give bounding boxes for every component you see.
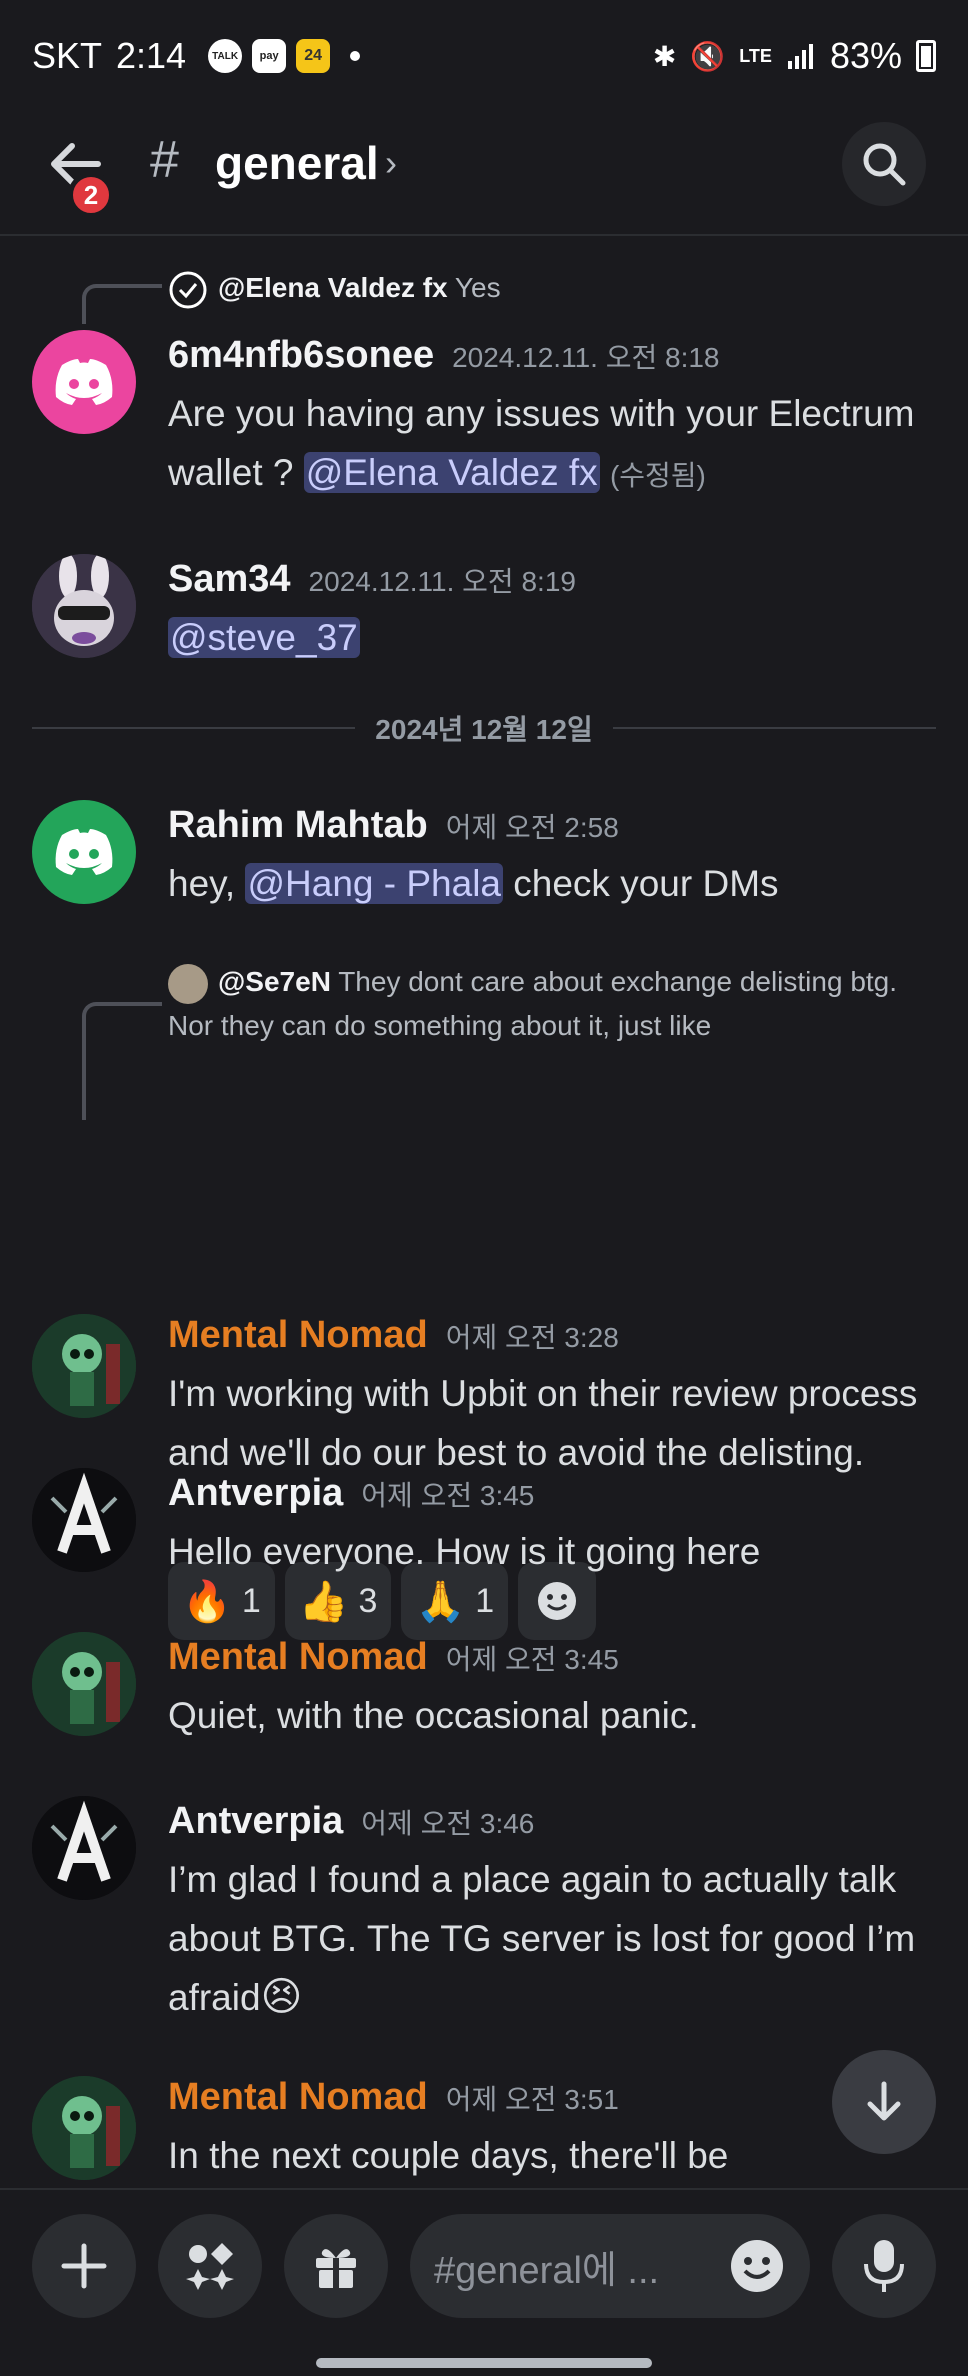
timestamp: 2024.12.11. 오전 8:19 (308, 566, 576, 597)
clock: 2:14 (116, 35, 187, 76)
gift-button[interactable] (284, 2214, 388, 2318)
timestamp: 어제 오전 3:28 (445, 1322, 619, 1353)
jump-to-present-button[interactable] (832, 2050, 936, 2154)
message-text: Quiet, with the occasional panic. (168, 1695, 699, 1736)
home-indicator (316, 2358, 652, 2368)
voice-message-button[interactable] (832, 2214, 936, 2318)
author-name[interactable]: Antverpia 어제 오전 3:46 (168, 1800, 534, 1843)
battery-icon (916, 40, 936, 72)
discord-logo-icon (55, 359, 113, 405)
reply-connector (82, 1002, 162, 1120)
message-feed[interactable]: @Elena Valdez fx Yes 6m4nfb6sonee 2024.12… (0, 238, 968, 2188)
message-composer: #general에 ... (0, 2188, 968, 2376)
pray-emoji-icon: 🙏 (415, 1579, 466, 1624)
timestamp: 어제 오전 3:45 (361, 1480, 535, 1511)
edited-label: (수정됨) (609, 460, 706, 491)
channel-header: 2 # general › (0, 112, 968, 236)
reply-author[interactable]: @Elena Valdez fx (218, 272, 448, 303)
letter-a-avatar-icon (32, 1796, 136, 1900)
message-text: hey, @Hang - Phala check your DMs (168, 863, 779, 904)
author-name[interactable]: Sam34 2024.12.11. 오전 8:19 (168, 558, 576, 601)
thumbs-up-emoji-icon: 👍 (298, 1579, 349, 1624)
timestamp: 어제 오전 3:51 (445, 2084, 619, 2115)
timestamp: 어제 오전 2:58 (445, 812, 619, 843)
avatar[interactable] (32, 330, 136, 434)
author-name[interactable]: Antverpia 어제 오전 3:45 (168, 1472, 534, 1515)
reply-text: Yes (454, 272, 501, 303)
battery-percent: 83% (829, 35, 902, 76)
kakaotalk-noti-icon: TALK (208, 39, 243, 73)
message-text: In the next couple days, there'll be (168, 2135, 729, 2176)
author-name[interactable]: Mental Nomad 어제 오전 3:28 (168, 1314, 619, 1357)
apps-button[interactable] (158, 2214, 262, 2318)
mute-icon: 🔇 (690, 40, 726, 72)
signal-icon (787, 44, 813, 69)
arrow-down-icon (867, 2081, 901, 2121)
avatar[interactable] (32, 2076, 136, 2180)
avatar[interactable] (32, 800, 136, 904)
avatar[interactable] (32, 1468, 136, 1572)
author-name[interactable]: Rahim Mahtab 어제 오전 2:58 (168, 804, 619, 847)
author-name[interactable]: Mental Nomad 어제 오전 3:45 (168, 1636, 619, 1679)
chevron-right-icon[interactable]: › (385, 142, 397, 184)
timestamp: 어제 오전 3:46 (361, 1808, 535, 1839)
timestamp: 2024.12.11. 오전 8:18 (452, 342, 720, 373)
user-mention[interactable]: @steve_37 (168, 617, 360, 658)
status-bar: SKT 2:14 TALK pay 24 ✱ 🔇 LTE 83% (0, 0, 968, 112)
microphone-icon (864, 2240, 904, 2292)
author-name[interactable]: Mental Nomad 어제 오전 3:51 (168, 2076, 619, 2119)
persevere-emoji-icon: 😣 (260, 1975, 303, 2019)
message-text: I’m glad I found a place again to actual… (168, 1859, 916, 2019)
carrier: SKT (32, 35, 103, 76)
add-reaction-icon (538, 1582, 577, 1620)
skull-avatar-icon (32, 1314, 136, 1418)
message-input-placeholder: #general에 ... (434, 2249, 660, 2292)
more-noti-dot-icon (350, 51, 361, 61)
pay-noti-icon: pay (252, 39, 287, 73)
user-mention[interactable]: @Hang - Phala (245, 863, 503, 904)
skull-avatar-icon (32, 2076, 136, 2180)
unread-badge: 2 (68, 172, 114, 218)
reply-author[interactable]: @Se7eN (218, 966, 331, 997)
bunny-avatar-icon (32, 554, 136, 658)
reply-avatar (168, 963, 208, 1004)
reply-connector (82, 284, 162, 324)
avatar[interactable] (32, 1314, 136, 1418)
attach-button[interactable] (32, 2214, 136, 2318)
message-text: Are you having any issues with your Elec… (168, 393, 915, 493)
timestamp: 어제 오전 3:45 (445, 1644, 619, 1675)
search-button[interactable] (842, 122, 926, 206)
date-divider: 2024년 12월 12일 (32, 708, 937, 748)
fire-emoji-icon: 🔥 (182, 1579, 232, 1624)
message-text: I'm working with Upbit on their review p… (168, 1373, 918, 1473)
reply-preview[interactable]: @Elena Valdez fx Yes (168, 266, 928, 310)
hash-icon: # (150, 131, 179, 189)
message-text: Hello everyone. How is it going here (168, 1531, 761, 1572)
verified-check-icon (169, 271, 207, 309)
search-icon (863, 143, 906, 186)
calendar-noti-icon: 24 (296, 39, 331, 73)
reply-preview[interactable]: @Se7eN They dont care about exchange del… (168, 960, 928, 1048)
avatar[interactable] (32, 1632, 136, 1736)
emoji-picker-icon[interactable] (728, 2237, 786, 2295)
apps-icon (186, 2243, 234, 2290)
network-type: LTE (739, 46, 772, 66)
channel-title[interactable]: general (215, 136, 379, 190)
user-mention[interactable]: @Elena Valdez fx (303, 452, 600, 493)
discord-logo-icon (55, 829, 113, 875)
message-input[interactable]: #general에 ... (410, 2214, 810, 2318)
bluetooth-icon: ✱ (652, 40, 677, 72)
avatar[interactable] (32, 554, 136, 658)
avatar[interactable] (32, 1796, 136, 1900)
letter-a-avatar-icon (32, 1468, 136, 1572)
skull-avatar-icon (32, 1632, 136, 1736)
message-text: @steve_37 (168, 608, 938, 667)
author-name[interactable]: 6m4nfb6sonee 2024.12.11. 오전 8:18 (168, 334, 720, 377)
plus-icon (61, 2243, 107, 2289)
gift-icon (316, 2249, 356, 2288)
